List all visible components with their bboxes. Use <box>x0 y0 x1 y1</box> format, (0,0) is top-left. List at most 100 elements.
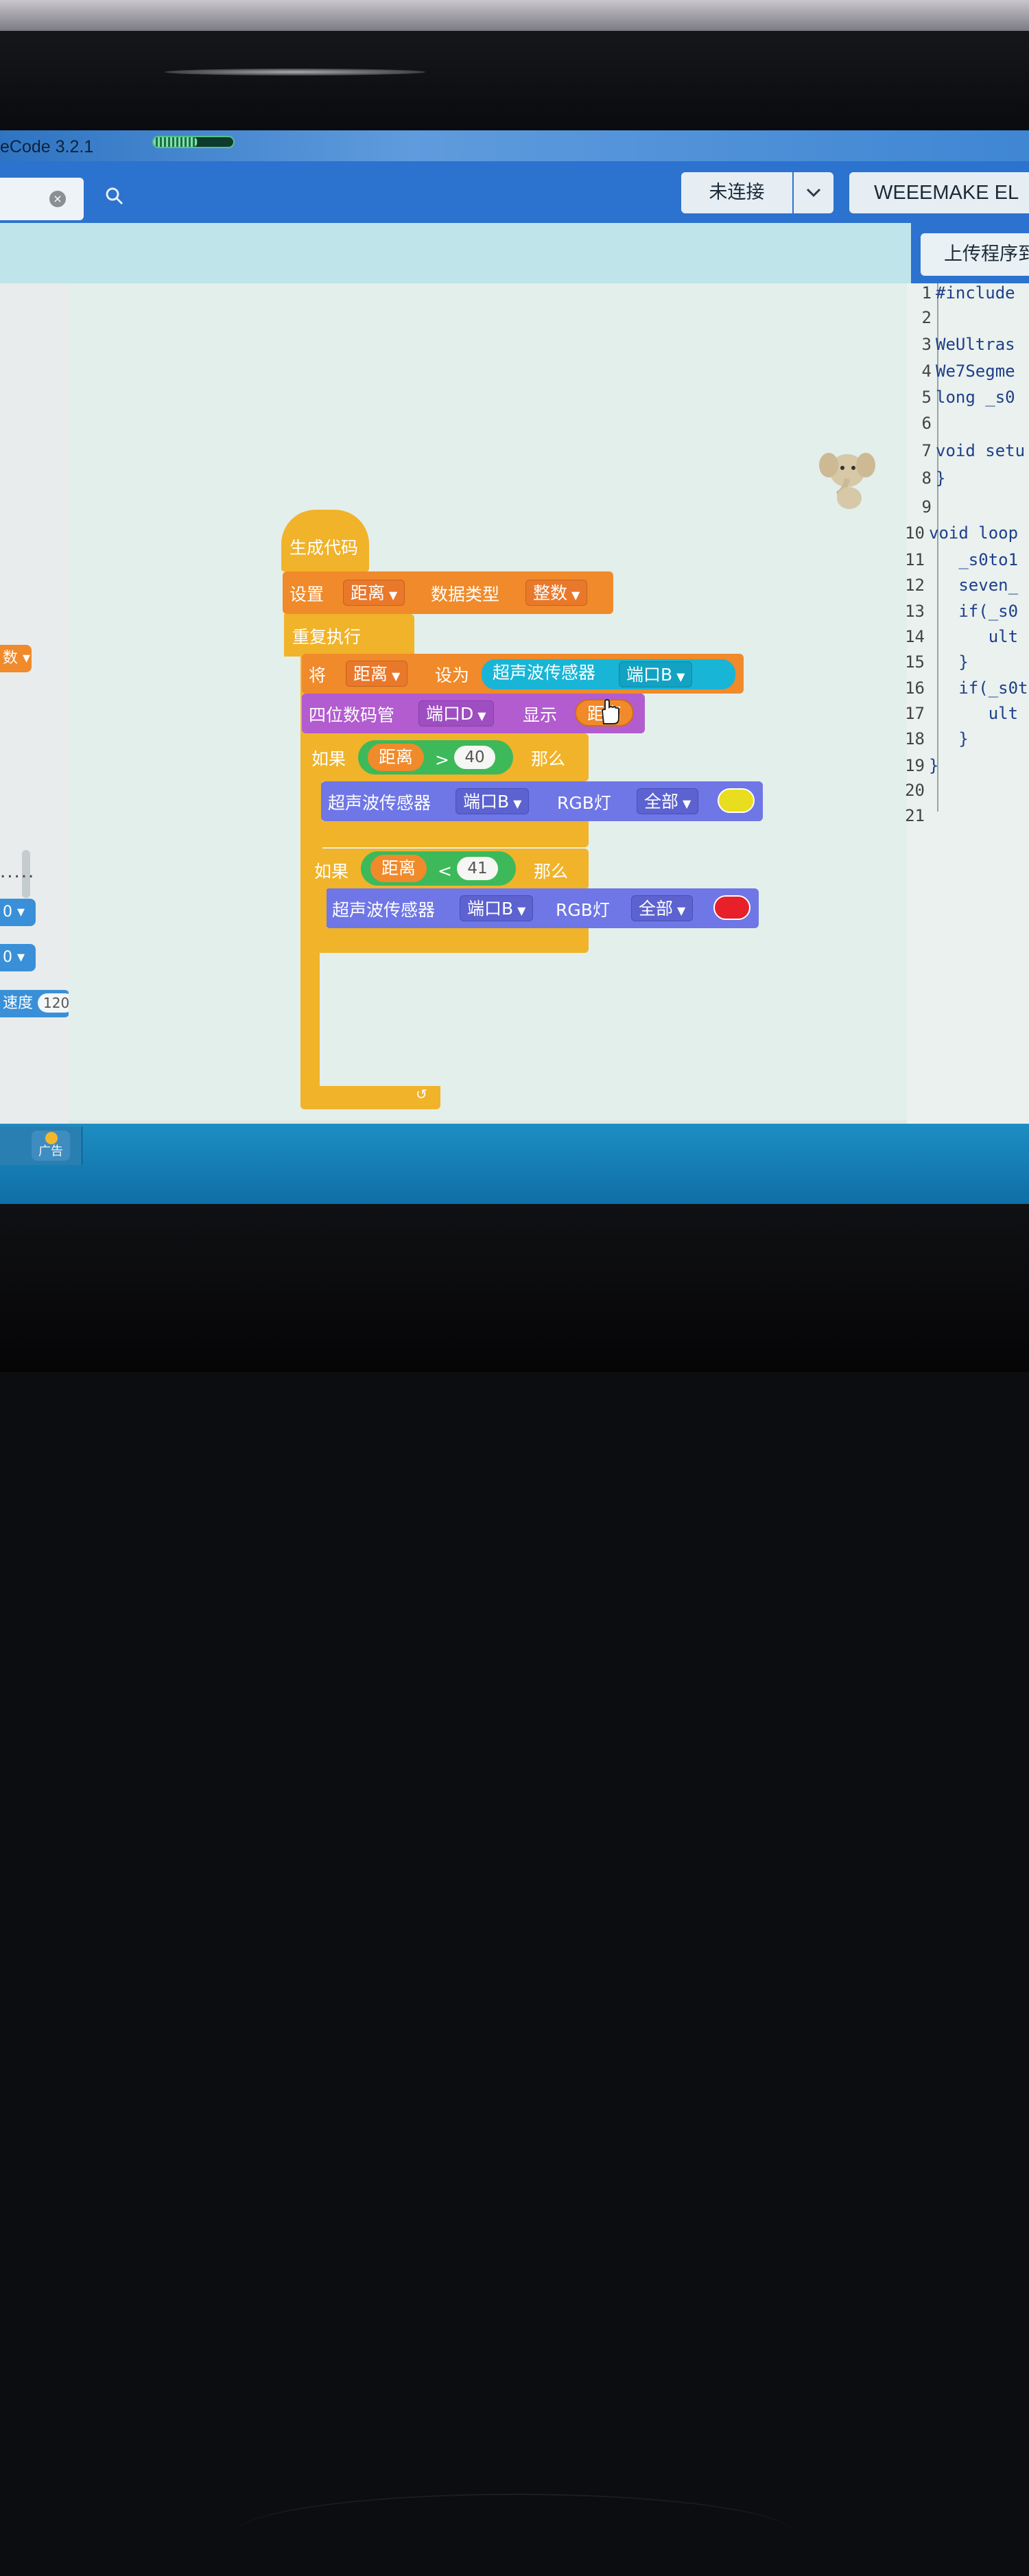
variable-name: 距离 <box>379 747 414 767</box>
code-text[interactable]: ult <box>929 704 1018 723</box>
line-number: 9 <box>921 497 932 517</box>
code-text[interactable]: void loop <box>929 523 1018 543</box>
caret-down-icon: ▼ <box>513 797 522 810</box>
if-label: 如果 <box>311 749 346 769</box>
code-line: 4 We7Segme <box>907 362 1015 383</box>
palette-speed-block[interactable]: 速度 120 <box>0 990 75 1017</box>
line-number: 4 <box>921 362 932 381</box>
background-wall <box>0 0 1029 31</box>
number-input[interactable]: 40 <box>454 746 495 769</box>
connect-button[interactable]: 未连接 <box>681 172 792 213</box>
search-icon[interactable] <box>104 186 128 209</box>
less-than-operator[interactable]: 距离 < 41 <box>361 851 516 886</box>
port-dropdown[interactable]: 端口B ▼ <box>456 788 530 814</box>
port-dropdown[interactable]: 端口B ▼ <box>619 661 693 687</box>
line-number: 5 <box>921 388 932 407</box>
code-line: 1 #include <box>907 283 1015 305</box>
caret-down-icon: ▼ <box>517 904 526 917</box>
title-bar: eCode 3.2.1 <box>0 130 1029 161</box>
code-line: 2 <box>907 308 936 330</box>
seven-segment-display-block[interactable]: 四位数码管 端口D▼ 显示 距离 <box>302 694 645 733</box>
code-text[interactable]: We7Segme <box>936 362 1015 381</box>
code-text[interactable]: ult <box>929 627 1018 646</box>
datatype-dropdown[interactable]: 整数 ▼ <box>525 580 588 606</box>
generate-code-hat-block[interactable]: 生成代码 <box>281 510 369 571</box>
led-select-dropdown[interactable]: 全部 ▼ <box>637 788 699 814</box>
code-text[interactable]: } <box>929 756 938 775</box>
search-input[interactable]: × <box>0 178 84 220</box>
code-text[interactable]: void setu <box>936 441 1025 460</box>
caret-down-icon: ▼ <box>571 589 580 602</box>
led-select-dropdown[interactable]: 全部 ▼ <box>631 895 694 921</box>
hat-label: 生成代码 <box>289 538 359 558</box>
number-input[interactable]: 41 <box>457 857 498 880</box>
ultrasonic-reporter-block[interactable]: 超声波传感器 端口B ▼ <box>482 659 735 689</box>
taskbar-item[interactable]: 广告 <box>0 1126 82 1165</box>
upload-button[interactable]: 上传程序到 <box>921 233 1029 276</box>
code-line: 20 <box>900 781 929 803</box>
clear-icon[interactable]: × <box>49 191 66 207</box>
port-dropdown[interactable]: 端口B ▼ <box>460 895 534 921</box>
code-text[interactable]: } <box>929 652 968 672</box>
caret-down-icon: ▼ <box>392 670 401 683</box>
code-line: 19} <box>900 756 938 778</box>
if-block-arm <box>302 888 327 930</box>
color-picker-red[interactable] <box>713 895 750 920</box>
variable-dropdown[interactable]: 距离 ▼ <box>343 580 405 606</box>
rgb-led-block[interactable]: 超声波传感器 端口B ▼ RGB灯 全部 ▼ <box>321 781 763 821</box>
variable-dropdown[interactable]: 距离 ▼ <box>346 661 408 687</box>
if-block-foot <box>302 821 589 847</box>
repeat-forever-block[interactable]: 重复执行 <box>284 614 414 657</box>
code-line: 9 <box>907 497 936 519</box>
code-text[interactable]: _s0to1 <box>929 550 1018 569</box>
bezel-glare <box>165 69 425 75</box>
rgb-label: RGB灯 <box>557 793 611 813</box>
line-number: 15 <box>905 652 925 672</box>
device-select-button[interactable]: WEEEMAKE EL <box>849 172 1029 213</box>
assign-variable-block[interactable]: 将 距离 ▼ 设为 超声波传感器 端口B ▼ <box>302 654 744 694</box>
rgb-led-block[interactable]: 超声波传感器 端口B ▼ RGB灯 全部 ▼ <box>325 888 759 928</box>
speed-label: 速度 <box>3 995 34 1012</box>
block-workspace[interactable]: 生成代码 设置 距离 ▼ 数据类型 整数 ▼ 重复执行 ↺ 将 距离 ▼ 设为 超声波… <box>69 283 919 1204</box>
code-text[interactable]: if(_s0t <box>929 678 1028 698</box>
code-text[interactable]: WeUltras <box>936 335 1015 354</box>
line-number: 16 <box>905 678 925 698</box>
code-text[interactable]: } <box>929 729 968 748</box>
port-dropdown[interactable]: 端口D ▼ <box>418 700 494 726</box>
palette-block[interactable]: 0 ▾ <box>0 944 36 971</box>
code-text[interactable]: } <box>936 469 945 488</box>
if-label: 如果 <box>314 862 349 882</box>
code-line: 7 void setu <box>907 441 1026 463</box>
caret-down-icon: ▼ <box>389 589 398 602</box>
if-block[interactable]: 如果 距离 > 40 那么 <box>302 733 589 781</box>
palette-block[interactable]: 数 ▾ <box>0 645 32 672</box>
connect-dropdown[interactable] <box>794 172 833 213</box>
monitor-bezel-bottom <box>0 1204 1029 2495</box>
if-block[interactable]: 如果 距离 < 41 那么 <box>302 849 589 890</box>
operator-symbol: > <box>435 750 449 770</box>
set-variable-type-block[interactable]: 设置 距离 ▼ 数据类型 整数 ▼ <box>283 571 613 614</box>
hand-cursor-icon <box>601 698 619 724</box>
code-line: 15 } <box>900 652 969 674</box>
greater-than-operator[interactable]: 距离 > 40 <box>358 740 513 775</box>
code-text[interactable]: long _s0 <box>936 388 1015 407</box>
set-label: 设置 <box>289 584 324 604</box>
variable-name: 距离 <box>353 664 388 684</box>
led-select-value: 全部 <box>644 792 679 812</box>
port-value: 端口B <box>463 792 510 812</box>
variable-reporter[interactable]: 距离 <box>368 744 425 771</box>
caret-down-icon: ▼ <box>683 797 691 810</box>
color-picker-yellow[interactable] <box>718 788 755 813</box>
line-number: 17 <box>905 704 925 723</box>
code-line: 21 <box>900 806 929 828</box>
variable-reporter[interactable]: 距离 <box>370 855 427 882</box>
code-text[interactable]: if(_s0 <box>929 602 1018 621</box>
code-line: 13 if(_s0 <box>900 602 1018 624</box>
workspace-header <box>0 223 912 283</box>
ad-label: 广告 <box>38 1144 63 1159</box>
ad-icon[interactable]: 广告 <box>32 1131 70 1161</box>
code-text[interactable]: #include <box>936 283 1015 303</box>
palette-block[interactable]: 0 ▾ <box>0 899 36 926</box>
window-title: eCode 3.2.1 <box>0 137 94 156</box>
code-text[interactable]: seven_ <box>929 576 1018 595</box>
